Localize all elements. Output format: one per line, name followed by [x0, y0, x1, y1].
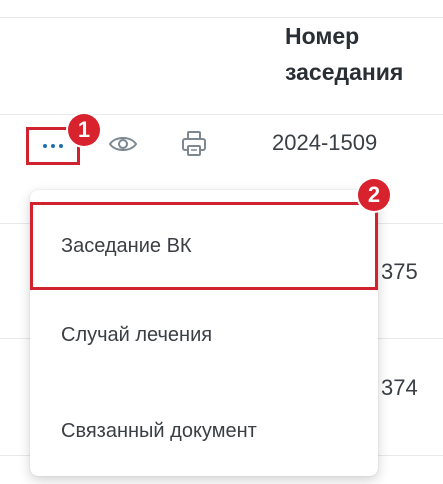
meeting-number-cell: 2024-1509 — [272, 130, 378, 155]
meeting-number-cell: 374 — [381, 375, 418, 400]
meeting-number-cell: 375 — [381, 259, 418, 284]
callout-badge-2: 2 — [358, 179, 390, 211]
more-horizontal-icon — [43, 144, 63, 148]
column-header-meeting-number: Номер заседания — [285, 23, 404, 85]
menu-item-related-document[interactable]: Связанный документ — [30, 387, 378, 475]
actions-dropdown-menu: Заседание ВК Случай лечения Связанный до… — [30, 190, 378, 476]
eye-icon[interactable] — [108, 133, 138, 155]
menu-item-meeting-vk[interactable]: Заседание ВК — [30, 202, 378, 290]
row-divider — [0, 114, 443, 115]
menu-item-treatment-case[interactable]: Случай лечения — [30, 291, 378, 379]
printer-icon[interactable] — [181, 130, 207, 158]
callout-badge-1: 1 — [68, 114, 100, 146]
